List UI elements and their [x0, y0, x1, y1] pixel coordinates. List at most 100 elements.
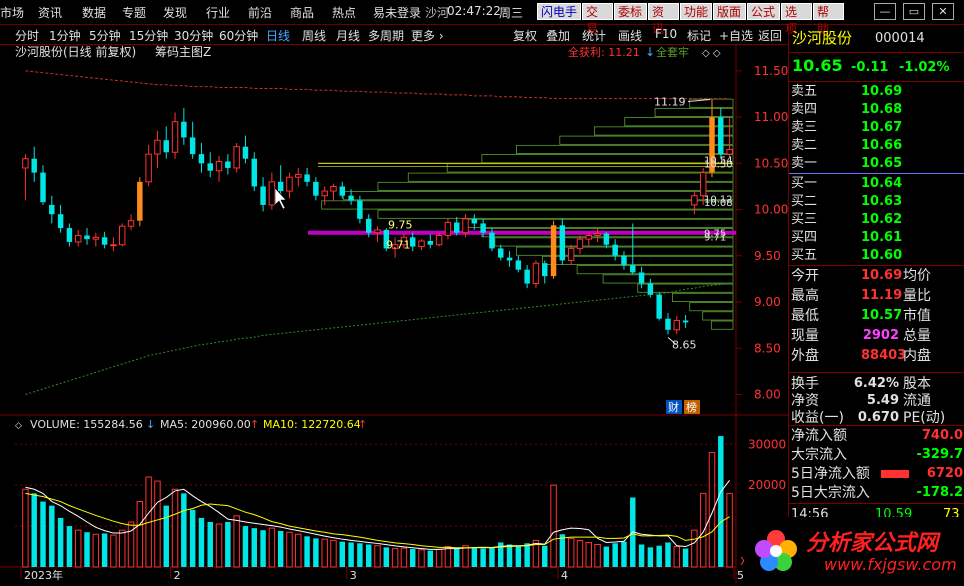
period-tab-0[interactable]: 分时	[15, 27, 39, 44]
stat-value-2: 10.57	[861, 308, 903, 323]
candle-body	[348, 195, 354, 201]
period-tab-7[interactable]: 周线	[302, 27, 326, 44]
ask-price-3: 10.66	[861, 138, 903, 153]
candle-body	[57, 214, 64, 229]
tool-button-5[interactable]: 标记	[687, 27, 711, 44]
candle-body	[576, 238, 584, 249]
volume-bar	[22, 488, 29, 568]
price-axis-label: 8.50	[754, 341, 781, 355]
chip-price-label: 10.50	[704, 159, 733, 170]
menu-button-8[interactable]: 帮助	[813, 3, 844, 36]
volume-bar	[435, 548, 443, 568]
volume-bar	[559, 534, 566, 567]
tool-button-7[interactable]: 返回	[758, 27, 782, 44]
menu-item-5[interactable]: 行业	[206, 4, 230, 21]
close-icon[interactable]: ✕	[932, 3, 954, 20]
menu-item-7[interactable]: 商品	[290, 4, 314, 21]
volume-bar	[594, 544, 601, 568]
stat-value-1: 11.19	[861, 288, 903, 303]
period-tab-1[interactable]: 1分钟	[49, 27, 81, 44]
volume-bar	[621, 541, 627, 567]
volume-bar	[506, 544, 513, 567]
login-status[interactable]: 易未登录	[373, 4, 421, 21]
minimize-icon[interactable]: —	[874, 3, 896, 20]
tool-button-2[interactable]: 统计	[582, 27, 606, 44]
candle-body	[66, 228, 73, 242]
candle-body	[691, 195, 698, 206]
menu-item-6[interactable]: 前沿	[248, 4, 272, 21]
period-tab-9[interactable]: 多周期	[368, 27, 404, 44]
volume-bar	[198, 517, 205, 567]
bid-label-2: 买三	[791, 212, 818, 227]
menu-item-1[interactable]: 资讯	[38, 4, 62, 21]
menu-button-4[interactable]: 功能	[680, 3, 712, 20]
period-tab-6[interactable]: 日线	[266, 27, 290, 44]
menu-button-1[interactable]: 交易	[582, 3, 613, 36]
stock-name: 沙河股份	[792, 29, 853, 47]
menu-button-6[interactable]: 公式	[747, 3, 780, 20]
price-axis-label: 9.50	[754, 249, 781, 263]
nav-arrows: ◇ ◇	[702, 48, 721, 59]
menu-item-3[interactable]: 专题	[122, 4, 146, 21]
stat-value-0: 10.69	[861, 268, 903, 283]
bid-label-4: 买五	[791, 248, 818, 263]
kline-chart[interactable]: 11.50 11.00 10.50 10.00 9.50 9.00 8.50 8.00 3000…	[0, 45, 788, 583]
candle-body	[31, 158, 37, 173]
volume-bar	[74, 529, 82, 568]
period-tab-3[interactable]: 15分钟	[129, 27, 168, 44]
candle-body	[118, 225, 126, 246]
candle-body	[101, 237, 108, 245]
tool-button-6[interactable]: +自选	[719, 27, 753, 44]
stock-code: 000014	[875, 31, 925, 46]
menu-item-2[interactable]: 数据	[82, 4, 106, 21]
stat2-label2-1: 流通	[903, 393, 931, 409]
candle-body	[594, 233, 601, 236]
volume-bar	[31, 493, 37, 567]
stat-label-3: 现量	[791, 328, 819, 344]
menu-button-0[interactable]: 闪电手	[537, 3, 581, 20]
candle-body	[330, 185, 337, 192]
volume-bar	[673, 546, 681, 568]
period-tab-8[interactable]: 月线	[336, 27, 360, 44]
volume-down-icon: ↓	[146, 418, 155, 431]
stat2-label-1: 净资	[791, 393, 819, 409]
price-change-pct: -1.02%	[899, 60, 950, 75]
volume-bar	[304, 536, 310, 567]
flow-label-1: 大宗流入	[791, 447, 847, 463]
volume-bar	[550, 484, 557, 568]
candle-body	[542, 263, 548, 277]
volume-bar	[444, 546, 452, 568]
volume-bar	[515, 546, 522, 567]
tool-button-4[interactable]: F10	[655, 27, 677, 41]
tool-button-1[interactable]: 叠加	[546, 27, 570, 44]
menu-item-8[interactable]: 热点	[332, 4, 356, 21]
candle-body	[647, 283, 654, 295]
volume-bar	[92, 533, 100, 568]
price-axis-label: 11.00	[754, 110, 788, 124]
period-tab-4[interactable]: 30分钟	[174, 27, 213, 44]
menu-button-2[interactable]: 委标	[614, 3, 647, 20]
menu-item-4[interactable]: 发现	[163, 4, 187, 21]
period-tab-5[interactable]: 60分钟	[219, 27, 258, 44]
clock: 02:47:22	[447, 4, 501, 18]
logo-brand: 分析家公式网	[806, 531, 939, 556]
time-axis-label: 2023年	[24, 568, 63, 582]
flow-label-0: 净流入额	[791, 428, 847, 444]
restore-icon[interactable]: ▭	[903, 3, 925, 20]
tool-button-0[interactable]: 复权	[513, 27, 537, 44]
candle-body	[110, 244, 117, 247]
period-tab-10[interactable]: 更多 ›	[411, 27, 444, 44]
menu-button-5[interactable]: 版面	[713, 3, 746, 20]
ask-label-1: 卖四	[791, 102, 818, 117]
site-logo: 分析家公式网 www.fxjgsw.com	[744, 517, 964, 583]
candle-body	[163, 140, 169, 153]
volume-axis-label: 20000	[748, 478, 786, 492]
candle-body	[409, 237, 416, 247]
menu-button-7[interactable]: 选项	[781, 3, 812, 36]
tool-button-3[interactable]: 画线	[618, 27, 642, 44]
volume-bar	[163, 505, 169, 567]
menu-item-0[interactable]: 市场	[0, 4, 24, 21]
menu-button-3[interactable]: 资讯	[648, 3, 679, 36]
period-tab-2[interactable]: 5分钟	[89, 27, 121, 44]
ask-label-0: 卖五	[791, 84, 818, 99]
